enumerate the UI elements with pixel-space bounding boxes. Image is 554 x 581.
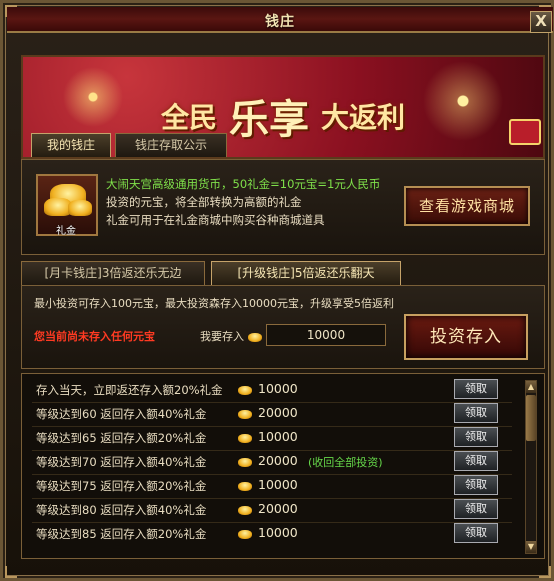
claim-button[interactable]: 领取 bbox=[454, 523, 498, 543]
frame-corner-decoration bbox=[5, 566, 17, 578]
claim-button[interactable]: 领取 bbox=[454, 475, 498, 495]
reward-condition: 等级达到75 返回存入额20%礼金 bbox=[36, 479, 207, 493]
reward-amount: 10000 bbox=[258, 525, 298, 540]
reward-note: (收回全部投资) bbox=[308, 456, 383, 469]
frame-corner-decoration bbox=[539, 566, 551, 578]
tab-bank-records[interactable]: 钱庄存取公示 bbox=[115, 133, 227, 157]
icon-label: 礼金 bbox=[56, 226, 76, 237]
gold-ingot-icon: 礼金 bbox=[36, 174, 98, 237]
claim-button[interactable]: 领取 bbox=[454, 451, 498, 471]
coin-icon bbox=[238, 386, 252, 395]
reward-amount: 20000 bbox=[258, 453, 298, 468]
reward-condition: 等级达到65 返回存入额20%礼金 bbox=[36, 431, 207, 445]
claim-button[interactable]: 领取 bbox=[454, 427, 498, 447]
invest-deposit-button[interactable]: 投资存入 bbox=[404, 314, 528, 360]
coin-icon bbox=[238, 458, 252, 467]
coin-icon bbox=[238, 482, 252, 491]
tab-upgrade-bank[interactable]: [升级钱庄]5倍返还乐翻天 bbox=[211, 261, 401, 285]
coin-icon bbox=[247, 332, 262, 342]
reward-condition: 等级达到80 返回存入额40%礼金 bbox=[36, 503, 207, 517]
list-item: 等级达到80 返回存入额40%礼金 20000 领取 bbox=[22, 498, 522, 522]
list-item: 等级达到70 返回存入额40%礼金 20000 (收回全部投资) 领取 bbox=[22, 450, 522, 474]
usage-text: 礼金可用于在礼金商城中购买谷种商城道具 bbox=[106, 213, 325, 227]
coin-icon bbox=[238, 506, 252, 515]
reward-condition: 等级达到85 返回存入额20%礼金 bbox=[36, 527, 207, 541]
close-button[interactable]: X bbox=[530, 11, 552, 33]
gift-box-decoration bbox=[509, 119, 541, 145]
deposit-label: 我要存入 bbox=[200, 328, 262, 344]
coin-icon bbox=[238, 434, 252, 443]
list-item: 等级达到75 返回存入额20%礼金 10000 领取 bbox=[22, 474, 522, 498]
scroll-down-icon[interactable]: ▼ bbox=[526, 541, 536, 553]
claim-button[interactable]: 领取 bbox=[454, 379, 498, 399]
reward-amount: 10000 bbox=[258, 477, 298, 492]
bank-window: 钱庄 X 全民 乐享 大返利 我的钱庄 钱庄存取公示 礼金 大闹天宫高级通用货币，5… bbox=[0, 0, 554, 581]
scroll-up-icon[interactable]: ▲ bbox=[526, 381, 536, 393]
scroll-thumb[interactable] bbox=[526, 395, 536, 441]
reward-amount: 10000 bbox=[258, 381, 298, 396]
reward-amount: 20000 bbox=[258, 405, 298, 420]
info-panel: 礼金 大闹天宫高级通用货币，50礼金=10元宝=1元人民币 投资的元宝，将全部转… bbox=[21, 159, 545, 255]
reward-amount: 10000 bbox=[258, 429, 298, 444]
claim-button[interactable]: 领取 bbox=[454, 403, 498, 423]
list-item: 等级达到65 返回存入额20%礼金 10000 领取 bbox=[22, 426, 522, 450]
deposit-label-text: 我要存入 bbox=[200, 330, 244, 343]
view-shop-button[interactable]: 查看游戏商城 bbox=[404, 186, 530, 226]
reward-list: 存入当天，立即返还存入额20%礼金 10000 领取 等级达到60 返回存入额4… bbox=[21, 373, 545, 559]
tab-monthly-bank[interactable]: [月卡钱庄]3倍返还乐无边 bbox=[21, 261, 205, 285]
reward-condition: 等级达到60 返回存入额40%礼金 bbox=[36, 407, 207, 421]
tab-my-bank[interactable]: 我的钱庄 bbox=[31, 133, 111, 157]
window-title: 钱庄 bbox=[265, 14, 295, 30]
list-item: 等级达到60 返回存入额40%礼金 20000 领取 bbox=[22, 402, 522, 426]
claim-button[interactable]: 领取 bbox=[454, 499, 498, 519]
reward-condition: 等级达到70 返回存入额40%礼金 bbox=[36, 455, 207, 469]
conversion-text: 投资的元宝，将全部转换为高额的礼金 bbox=[106, 195, 302, 209]
close-icon: X bbox=[535, 12, 547, 30]
deposit-rule-text: 最小投资可存入100元宝，最大投资森存入10000元宝，升级享受5倍返利 bbox=[34, 297, 394, 310]
reward-condition: 存入当天，立即返还存入额20%礼金 bbox=[36, 383, 223, 397]
coin-icon bbox=[238, 530, 252, 539]
list-item: 存入当天，立即返还存入额20%礼金 10000 领取 bbox=[22, 378, 522, 402]
currency-rate-text: 大闹天宫高级通用货币，50礼金=10元宝=1元人民币 bbox=[106, 177, 381, 191]
reward-amount: 20000 bbox=[258, 501, 298, 516]
deposit-panel: 最小投资可存入100元宝，最大投资森存入10000元宝，升级享受5倍返利 您当前… bbox=[21, 285, 545, 369]
list-scrollbar[interactable]: ▲ ▼ bbox=[525, 380, 537, 554]
slogan-right: 大返利 bbox=[321, 101, 406, 134]
slogan-left: 全民 bbox=[160, 101, 217, 134]
list-item: 等级达到85 返回存入额20%礼金 10000 领取 bbox=[22, 522, 522, 546]
deposit-status-notice: 您当前尚未存入任何元宝 bbox=[34, 330, 155, 343]
deposit-amount-input[interactable] bbox=[266, 324, 386, 346]
coin-icon bbox=[238, 410, 252, 419]
slogan-mid: 乐享 bbox=[229, 96, 309, 143]
title-bar: 钱庄 X bbox=[7, 7, 553, 33]
